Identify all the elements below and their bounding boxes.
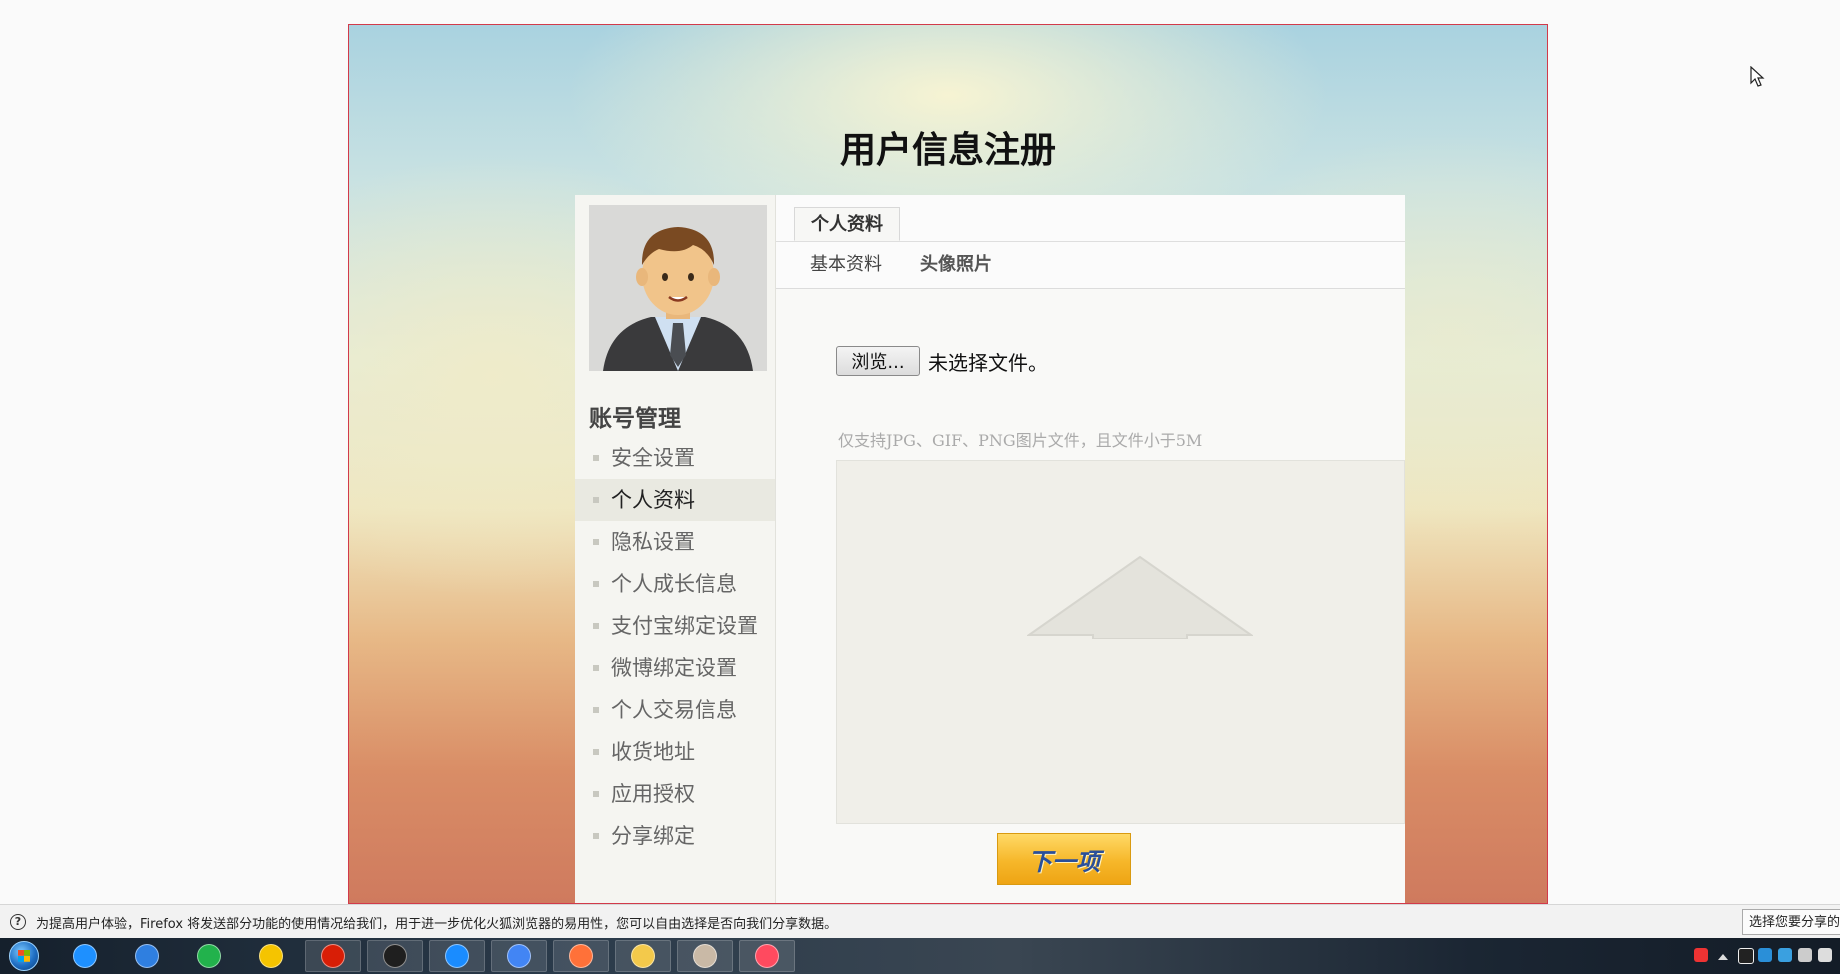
sidebar-menu: 安全设置 个人资料 隐私设置 个人成长信息 支付宝绑定设置 微博绑定设置 个人交…: [575, 437, 775, 857]
avatar: [589, 205, 767, 371]
webstorm-icon: [383, 944, 407, 968]
avatar-preview-area: [836, 460, 1405, 824]
system-tray: [1690, 938, 1840, 974]
sidebar-item-security[interactable]: 安全设置: [575, 437, 775, 479]
page-title: 用户信息注册: [839, 130, 1056, 171]
screen-recorder-icon: [755, 944, 779, 968]
sidebar-item-alipay[interactable]: 支付宝绑定设置: [575, 605, 775, 647]
sidebar-item-weibo[interactable]: 微博绑定设置: [575, 647, 775, 689]
sogou-ime-icon[interactable]: [1694, 948, 1708, 962]
volume-icon[interactable]: [1798, 948, 1812, 962]
mouse-cursor-icon: [1750, 66, 1765, 87]
top-tabbar: 个人资料: [776, 195, 1405, 242]
ie-icon: [73, 944, 97, 968]
notification-text: 为提高用户体验，Firefox 将发送部分功能的使用情况给我们，用于进一步优化火…: [36, 917, 838, 932]
start-button[interactable]: [0, 938, 48, 974]
sidebar: 账号管理 安全设置 个人资料 隐私设置 个人成长信息 支付宝绑定设置 微博绑定设…: [575, 195, 776, 903]
taskbar: [0, 938, 1840, 974]
photo-viewer-icon: [693, 944, 717, 968]
taskbar-ie-button[interactable]: [57, 940, 113, 972]
taskbar-chrome-button[interactable]: [491, 940, 547, 972]
sidebar-item-app-auth[interactable]: 应用授权: [575, 773, 775, 815]
taskbar-qq-music-button[interactable]: [243, 940, 299, 972]
qq-browser-icon: [445, 944, 469, 968]
main-panel: 个人资料 基本资料 头像照片 浏览... 未选择文件。 仅支持JPG、GIF、P…: [776, 195, 1405, 903]
sub-tabbar: 基本资料 头像照片: [776, 242, 1405, 289]
chrome-icon: [507, 944, 531, 968]
tray-expand-icon[interactable]: [1718, 954, 1728, 960]
qq-tray-icon[interactable]: [1738, 948, 1754, 964]
windows-logo-icon: [9, 941, 39, 971]
sidebar-item-privacy[interactable]: 隐私设置: [575, 521, 775, 563]
taskbar-file-explorer-button[interactable]: [615, 940, 671, 972]
sidebar-heading: 账号管理: [589, 406, 681, 432]
sub-tab-avatar-photo[interactable]: 头像照片: [920, 242, 992, 288]
upload-hint: 仅支持JPG、GIF、PNG图片文件，且文件小于5M: [838, 431, 1203, 450]
network-icon[interactable]: [1778, 948, 1792, 962]
taskbar-baidu-netdisk-button[interactable]: [119, 940, 175, 972]
file-explorer-icon: [631, 944, 655, 968]
taskbar-qq-browser-button[interactable]: [429, 940, 485, 972]
media-player-icon: [197, 944, 221, 968]
browse-button[interactable]: 浏览...: [836, 346, 920, 376]
firefox-notification-bar: ? 为提高用户体验，Firefox 将发送部分功能的使用情况给我们，用于进一步优…: [0, 904, 1840, 939]
file-status-text: 未选择文件。: [928, 350, 1048, 375]
netease-music-icon: [321, 944, 345, 968]
file-upload-row: 浏览... 未选择文件。: [836, 345, 1048, 377]
taskbar-screen-recorder-button[interactable]: [739, 940, 795, 972]
action-center-icon[interactable]: [1818, 948, 1832, 962]
sub-tab-basic-info[interactable]: 基本资料: [810, 242, 882, 288]
taskbar-firefox-button[interactable]: [553, 940, 609, 972]
tab-profile[interactable]: 个人资料: [794, 207, 900, 241]
baidu-netdisk-icon: [135, 944, 159, 968]
next-button[interactable]: 下一项: [997, 833, 1131, 885]
page-frame: 用户信息注册 账号管理 安全设置 个人资料 隐私设置 个人成长信息 支付宝绑定设…: [348, 24, 1548, 904]
taskbar-media-player-button[interactable]: [181, 940, 237, 972]
taskbar-webstorm-button[interactable]: [367, 940, 423, 972]
help-icon: ?: [10, 914, 26, 930]
sidebar-item-profile[interactable]: 个人资料: [575, 479, 775, 521]
avatar-illustration-icon: [589, 205, 767, 371]
security-tray-icon[interactable]: [1758, 948, 1772, 962]
firefox-icon: [569, 944, 593, 968]
upload-arrow-icon: [1027, 555, 1253, 639]
taskbar-netease-music-button[interactable]: [305, 940, 361, 972]
content-card: 账号管理 安全设置 个人资料 隐私设置 个人成长信息 支付宝绑定设置 微博绑定设…: [575, 195, 1405, 903]
qq-music-icon: [259, 944, 283, 968]
sidebar-item-transactions[interactable]: 个人交易信息: [575, 689, 775, 731]
share-data-choice-button[interactable]: 选择您要分享的数据: [1742, 909, 1840, 935]
sidebar-item-growth[interactable]: 个人成长信息: [575, 563, 775, 605]
sidebar-item-share-binding[interactable]: 分享绑定: [575, 815, 775, 857]
sidebar-item-address[interactable]: 收货地址: [575, 731, 775, 773]
taskbar-photo-viewer-button[interactable]: [677, 940, 733, 972]
